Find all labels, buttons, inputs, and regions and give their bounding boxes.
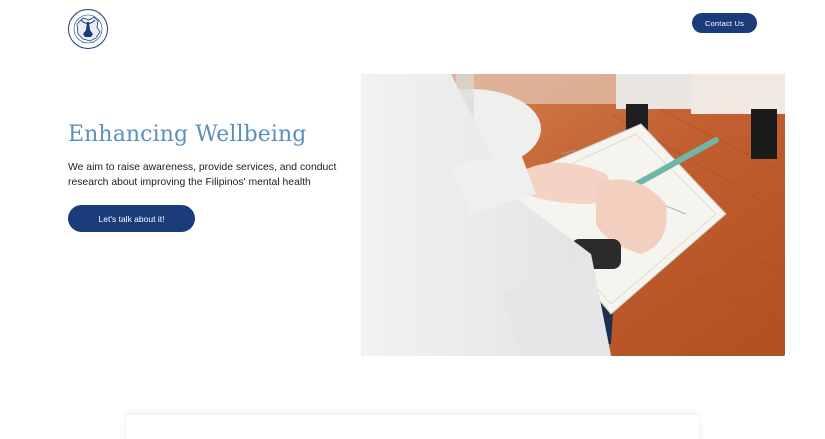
contact-us-button[interactable]: Contact Us <box>692 13 757 33</box>
content-card <box>126 415 699 439</box>
organization-seal-logo-icon[interactable] <box>67 8 109 50</box>
hero-subtitle: We aim to raise awareness, provide servi… <box>68 162 337 188</box>
hero-photo <box>361 74 785 356</box>
hero-title: Enhancing Wellbeing <box>68 122 307 147</box>
lets-talk-button[interactable]: Let's talk about it! <box>68 205 195 232</box>
